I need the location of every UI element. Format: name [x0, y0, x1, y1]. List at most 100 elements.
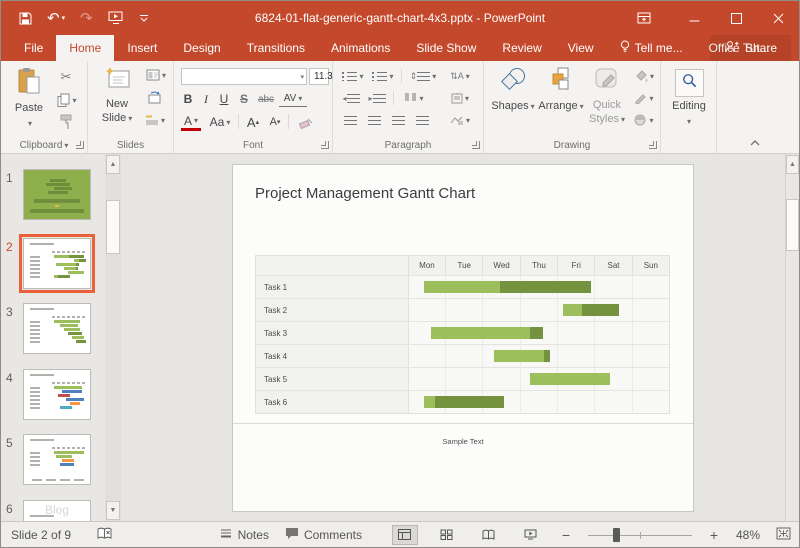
vertical-scrollbar-thumb[interactable]	[786, 199, 799, 251]
slide-title[interactable]: Project Management Gantt Chart	[255, 185, 475, 202]
start-from-beginning-icon[interactable]	[108, 11, 124, 25]
slide-thumbnail-5[interactable]	[23, 434, 91, 485]
slide-thumbnail-1[interactable]	[23, 169, 91, 220]
align-right-icon[interactable]	[389, 113, 407, 127]
slide-indicator[interactable]: Slide 2 of 9	[11, 528, 71, 542]
undo-button[interactable]: ↶▾	[47, 11, 65, 26]
slide-thumbnail-3[interactable]	[23, 303, 91, 354]
ribbon-display-options-icon[interactable]	[623, 1, 665, 35]
gantt-bar-completed[interactable]	[530, 373, 610, 385]
justify-icon[interactable]	[413, 113, 431, 127]
section-icon[interactable]	[141, 111, 169, 129]
close-button[interactable]	[757, 1, 799, 35]
slide-layout-icon[interactable]	[143, 67, 169, 83]
slide-editing-surface[interactable]: Project Management Gantt Chart MonTueWed…	[232, 164, 694, 512]
scroll-down-icon[interactable]: ▼	[106, 501, 120, 520]
text-direction-button[interactable]: ⇅A	[445, 69, 475, 83]
numbering-button[interactable]	[371, 69, 395, 83]
zoom-out-button[interactable]: −	[560, 527, 572, 543]
tab-transitions[interactable]: Transitions	[234, 35, 318, 61]
gantt-bar-completed[interactable]	[424, 396, 435, 408]
zoom-slider-thumb[interactable]	[613, 528, 620, 542]
paste-button[interactable]: Paste	[7, 67, 51, 129]
tab-home[interactable]: Home	[56, 35, 114, 61]
font-dialog-launcher-icon[interactable]	[321, 141, 329, 149]
tab-tell-me[interactable]: Tell me...	[607, 35, 696, 61]
increase-font-size-button[interactable]: A▴	[244, 113, 262, 131]
gantt-bar-completed[interactable]	[431, 327, 530, 339]
fit-slide-to-window-icon[interactable]	[776, 527, 791, 543]
gantt-bar-completed[interactable]	[494, 350, 544, 362]
increase-indent-icon[interactable]: ▸	[367, 91, 387, 105]
collapse-ribbon-icon[interactable]	[749, 137, 761, 149]
slide-thumbnail-2[interactable]	[23, 238, 91, 289]
cut-icon[interactable]: ✂	[56, 69, 76, 85]
undo-dropdown-icon[interactable]: ▾	[62, 14, 66, 22]
paragraph-dialog-launcher-icon[interactable]	[472, 141, 480, 149]
shapes-button[interactable]: Shapes	[492, 67, 534, 114]
tab-file[interactable]: File	[11, 35, 56, 61]
thumbnail-scrollbar[interactable]: ▲ ▼	[105, 154, 121, 521]
align-center-icon[interactable]	[365, 113, 383, 127]
gantt-bar-completed[interactable]	[563, 304, 582, 316]
align-left-icon[interactable]	[341, 113, 359, 127]
normal-view-button[interactable]	[392, 525, 418, 545]
sample-text[interactable]: Sample Text	[233, 437, 693, 446]
shape-effects-icon[interactable]	[630, 113, 658, 127]
scroll-up-icon[interactable]: ▲	[786, 155, 799, 174]
gantt-bar-remaining[interactable]	[530, 327, 543, 339]
slide-show-view-button[interactable]	[518, 525, 544, 545]
decrease-indent-icon[interactable]: ◂	[341, 91, 361, 105]
decrease-font-size-button[interactable]: A▾	[266, 113, 284, 131]
gantt-chart[interactable]: MonTueWedThuFriSatSun Task 1Task 2Task 3…	[255, 255, 670, 414]
line-spacing-button[interactable]: ⇕	[409, 69, 437, 83]
gantt-bar-completed[interactable]	[424, 281, 500, 293]
spell-check-icon[interactable]	[97, 527, 112, 543]
gantt-bar-remaining[interactable]	[435, 396, 504, 408]
font-name-combobox[interactable]: ▾	[181, 68, 307, 85]
new-slide-button[interactable]: NewSlide	[94, 67, 140, 125]
copy-icon[interactable]	[54, 91, 80, 109]
notes-button[interactable]: Notes	[219, 528, 269, 542]
share-button[interactable]: Share	[710, 35, 791, 61]
shape-outline-icon[interactable]	[630, 91, 658, 105]
italic-button[interactable]: I	[199, 91, 213, 107]
minimize-button[interactable]	[673, 1, 715, 35]
tab-animations[interactable]: Animations	[318, 35, 403, 61]
reset-slide-icon[interactable]	[143, 89, 165, 105]
tab-view[interactable]: View	[555, 35, 607, 61]
bullets-button[interactable]	[341, 69, 365, 83]
vertical-scrollbar[interactable]: ▲	[785, 154, 799, 521]
character-spacing-button[interactable]: AV	[279, 91, 307, 107]
font-color-button[interactable]: A	[181, 113, 201, 131]
gantt-bar-remaining[interactable]	[544, 350, 550, 362]
scroll-up-icon[interactable]: ▲	[106, 155, 120, 174]
tab-design[interactable]: Design	[170, 35, 233, 61]
slide-thumbnail-4[interactable]	[23, 369, 91, 420]
thumbnail-scrollbar-thumb[interactable]	[106, 200, 120, 254]
tab-review[interactable]: Review	[489, 35, 554, 61]
quick-styles-button[interactable]: QuickStyles	[586, 67, 628, 126]
slide-thumbnail-6[interactable]: Blog	[23, 500, 91, 521]
zoom-in-button[interactable]: +	[708, 527, 720, 543]
editing-button[interactable]: Editing ▾	[667, 69, 711, 127]
save-icon[interactable]	[19, 12, 32, 25]
gantt-bar-remaining[interactable]	[582, 304, 619, 316]
tab-insert[interactable]: Insert	[114, 35, 170, 61]
text-shadow-button[interactable]: S	[237, 91, 251, 107]
font-size-combobox[interactable]: 11.3	[309, 68, 329, 85]
gantt-bar-remaining[interactable]	[500, 281, 591, 293]
strikethrough-button[interactable]: abc	[255, 91, 277, 107]
clipboard-dialog-launcher-icon[interactable]	[76, 141, 84, 149]
arrange-button[interactable]: Arrange	[538, 67, 584, 114]
comments-button[interactable]: Comments	[285, 527, 362, 543]
underline-button[interactable]: U	[217, 91, 231, 107]
bold-button[interactable]: B	[181, 91, 195, 107]
reading-view-button[interactable]	[476, 525, 502, 545]
clear-formatting-icon[interactable]	[296, 113, 316, 131]
zoom-slider[interactable]	[588, 528, 692, 542]
customize-quick-access-toolbar-icon[interactable]	[139, 14, 149, 23]
shape-fill-icon[interactable]	[630, 69, 658, 83]
format-painter-icon[interactable]	[56, 113, 76, 131]
change-case-button[interactable]: Aa	[207, 113, 233, 131]
